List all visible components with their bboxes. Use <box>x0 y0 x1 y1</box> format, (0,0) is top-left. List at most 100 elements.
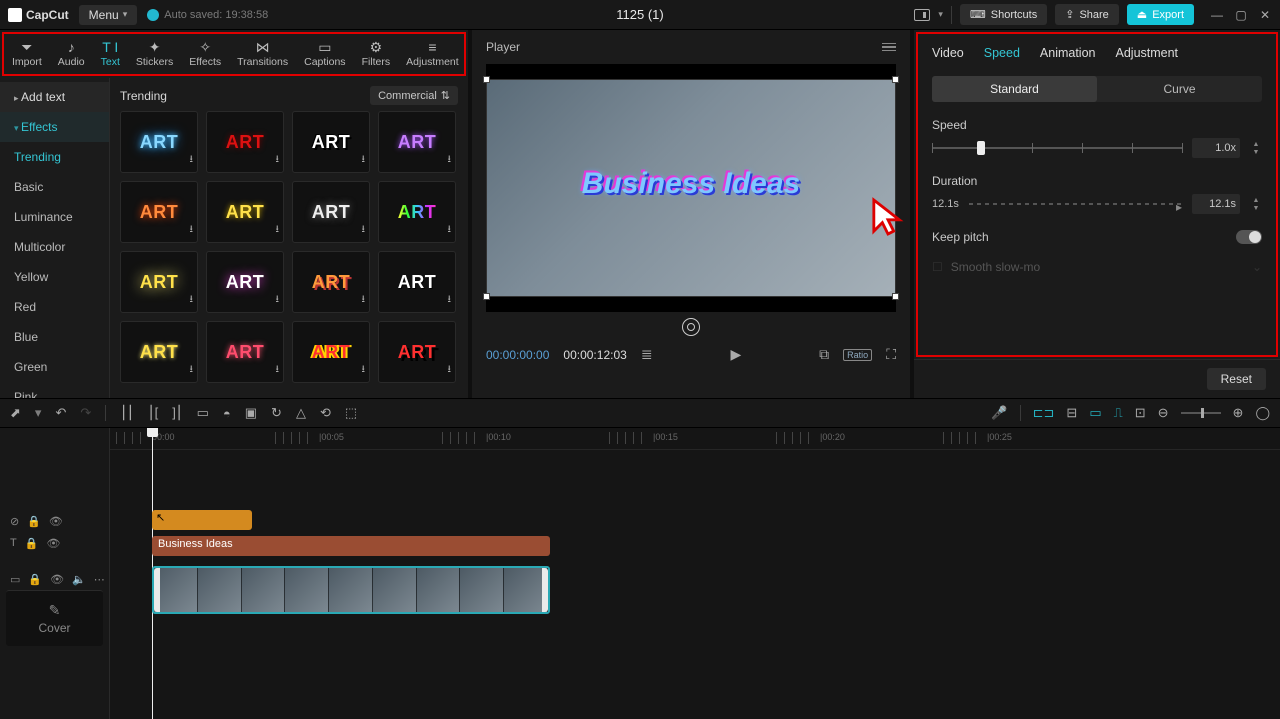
sidebar-cat-pink[interactable]: Pink <box>0 382 109 398</box>
delete-tool[interactable]: ▭ <box>197 405 209 421</box>
marker-tool[interactable]: ◓ <box>223 406 231 421</box>
split-right-tool[interactable]: ]⎮ <box>172 405 182 421</box>
text-effect-item[interactable]: ART⭳ <box>378 321 456 383</box>
export-button[interactable]: ⏏Export <box>1127 4 1194 25</box>
keep-pitch-toggle[interactable] <box>1236 230 1262 244</box>
text-clip[interactable]: Business Ideas <box>152 536 550 556</box>
text-effect-item[interactable]: ART⭳ <box>120 321 198 383</box>
text-effect-item[interactable]: ART⭳ <box>378 181 456 243</box>
snapshot-icon[interactable]: ⧉ <box>819 346 829 363</box>
player-menu-icon[interactable] <box>882 43 896 52</box>
chevron-down-icon[interactable]: ▾ <box>938 9 943 20</box>
duration-stepper[interactable]: ▲▼ <box>1250 194 1262 214</box>
download-icon[interactable]: ⭳ <box>362 292 366 309</box>
prop-tab-video[interactable]: Video <box>932 46 964 60</box>
video-clip[interactable]: 1.00x ▸ <box>152 566 550 614</box>
snap-icon[interactable]: ⊏⊐ <box>1033 405 1055 421</box>
track-controls[interactable]: ▭🔒👁🔈⋯ <box>0 568 109 590</box>
mic-icon[interactable]: 🎤 <box>991 405 1007 421</box>
text-effect-item[interactable]: ART⭳ <box>206 111 284 173</box>
segment-standard[interactable]: Standard <box>932 76 1097 102</box>
text-effect-item[interactable]: ART⭳ <box>206 181 284 243</box>
fullscreen-icon[interactable]: ⛶ <box>886 346 896 363</box>
download-icon[interactable]: ⭳ <box>362 152 366 169</box>
resize-handle[interactable] <box>892 76 899 83</box>
download-icon[interactable]: ⭳ <box>448 292 452 309</box>
prop-tab-animation[interactable]: Animation <box>1040 46 1096 60</box>
transform-origin-icon[interactable] <box>682 318 700 336</box>
close-button[interactable]: ✕ <box>1258 8 1272 22</box>
download-icon[interactable]: ⭳ <box>276 292 280 309</box>
download-icon[interactable]: ⭳ <box>276 222 280 239</box>
sidebar-cat-luminance[interactable]: Luminance <box>0 202 109 232</box>
text-effect-item[interactable]: ART⭳ <box>120 251 198 313</box>
maximize-button[interactable]: ▢ <box>1234 8 1248 22</box>
pointer-tool[interactable]: ⬈ <box>10 405 21 421</box>
sidebar-effects[interactable]: Effects <box>0 112 109 142</box>
text-effect-item[interactable]: ART⭳ <box>292 251 370 313</box>
download-icon[interactable]: ⭳ <box>276 152 280 169</box>
player-viewport[interactable]: Business Ideas <box>486 64 896 312</box>
speed-value[interactable]: 1.0x <box>1192 138 1240 158</box>
text-effect-item[interactable]: ART⭳ <box>120 111 198 173</box>
play-button[interactable]: ▶ <box>730 346 741 363</box>
download-icon[interactable]: ⭳ <box>276 362 280 379</box>
sidebar-cat-multicolor[interactable]: Multicolor <box>0 232 109 262</box>
download-icon[interactable]: ⭳ <box>190 362 194 379</box>
source-tab-transitions[interactable]: ⋈Transitions <box>229 34 296 74</box>
reverse-tool[interactable]: ↻ <box>271 405 282 421</box>
preview-icon[interactable]: ▭ <box>1089 405 1101 421</box>
effect-clip[interactable] <box>152 510 252 530</box>
split-tool[interactable]: ⎮⎮ <box>120 405 134 421</box>
commercial-filter[interactable]: Commercial⇅ <box>370 86 458 105</box>
download-icon[interactable]: ⭳ <box>190 222 194 239</box>
text-effect-item[interactable]: ART⭳ <box>292 181 370 243</box>
timeline-ruler[interactable]: 00:00|00:05|00:10|00:15|00:20|00:25 <box>110 428 1280 450</box>
download-icon[interactable]: ⭳ <box>190 292 194 309</box>
source-tab-captions[interactable]: ▭Captions <box>296 34 353 74</box>
sidebar-cat-yellow[interactable]: Yellow <box>0 262 109 292</box>
text-effect-item[interactable]: ART⭳ <box>120 181 198 243</box>
link-icon[interactable]: ⊟ <box>1066 405 1077 421</box>
speed-stepper[interactable]: ▲▼ <box>1250 138 1262 158</box>
text-effect-item[interactable]: ART⭳ <box>378 111 456 173</box>
sidebar-cat-trending[interactable]: Trending <box>0 142 109 172</box>
redo-button[interactable]: ↷ <box>80 405 91 421</box>
sidebar-cat-green[interactable]: Green <box>0 352 109 382</box>
rotate-tool[interactable]: ⟲ <box>320 405 331 421</box>
text-effect-item[interactable]: ART⭳ <box>292 111 370 173</box>
source-tab-adjustment[interactable]: ≡Adjustment <box>398 34 467 74</box>
minimize-button[interactable]: — <box>1210 8 1224 22</box>
speed-slider[interactable] <box>932 138 1182 158</box>
download-icon[interactable]: ⭳ <box>362 362 366 379</box>
clip-handle[interactable] <box>542 568 548 612</box>
sidebar-cat-red[interactable]: Red <box>0 292 109 322</box>
segment-curve[interactable]: Curve <box>1097 76 1262 102</box>
resize-tool[interactable]: ⬚ <box>345 405 357 421</box>
source-tab-text[interactable]: T IText <box>93 34 128 74</box>
prop-tab-speed[interactable]: Speed <box>984 46 1020 60</box>
duration-value[interactable]: 12.1s <box>1192 194 1240 214</box>
undo-button[interactable]: ↶ <box>55 405 66 421</box>
layout-icon[interactable] <box>914 9 930 21</box>
video-frame[interactable]: Business Ideas <box>486 79 896 297</box>
zoom-fit-icon[interactable]: ◯ <box>1255 405 1270 421</box>
text-effect-item[interactable]: ART⭳ <box>292 321 370 383</box>
prop-tab-adjustment[interactable]: Adjustment <box>1116 46 1179 60</box>
download-icon[interactable]: ⭳ <box>448 362 452 379</box>
magnet-icon[interactable]: ⎍ <box>1114 405 1123 421</box>
trim-icon[interactable]: ⊡ <box>1135 405 1146 421</box>
text-overlay[interactable]: Business Ideas <box>582 167 800 201</box>
share-button[interactable]: ⇪Share <box>1055 4 1119 25</box>
source-tab-audio[interactable]: ♪Audio <box>50 34 93 74</box>
download-icon[interactable]: ⭳ <box>448 222 452 239</box>
shortcuts-button[interactable]: ⌨Shortcuts <box>960 4 1047 25</box>
sidebar-cat-basic[interactable]: Basic <box>0 172 109 202</box>
source-tab-effects[interactable]: ✧Effects <box>181 34 229 74</box>
zoom-out-icon[interactable]: ⊖ <box>1158 405 1169 421</box>
track-controls[interactable]: T🔒👁 <box>0 532 109 554</box>
resize-handle[interactable] <box>483 293 490 300</box>
download-icon[interactable]: ⭳ <box>190 152 194 169</box>
mirror-tool[interactable]: △ <box>296 405 306 421</box>
split-left-tool[interactable]: ⎮[ <box>148 405 158 421</box>
